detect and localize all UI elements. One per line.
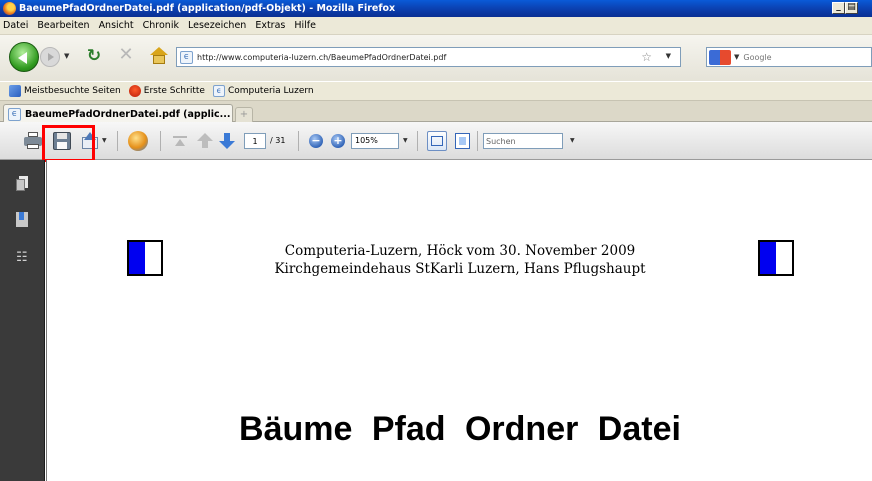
- attachments-panel-icon[interactable]: ☷: [16, 250, 30, 265]
- bookmark-computeria[interactable]: ϵ Computeria Luzern: [212, 85, 314, 97]
- pdf-toolbar: ▼ / 31 − + 105% ▼ ▼: [0, 122, 872, 160]
- bookmark-first-steps[interactable]: Erste Schritte: [128, 85, 205, 97]
- search-bar[interactable]: ▼: [706, 47, 872, 67]
- new-tab-button[interactable]: +: [235, 107, 253, 122]
- menu-hilfe[interactable]: Hilfe: [294, 20, 316, 31]
- window-controls: _ ▤: [832, 2, 858, 14]
- minimize-button[interactable]: _: [832, 2, 845, 14]
- reload-icon[interactable]: ↻: [85, 47, 103, 65]
- stop-icon[interactable]: ✕: [117, 46, 135, 64]
- document-heading: Bäume Pfad Ordner Datei: [239, 410, 681, 448]
- url-dropdown-icon[interactable]: ▼: [666, 52, 671, 60]
- zoom-out-icon[interactable]: −: [309, 134, 323, 148]
- fit-width-icon[interactable]: [427, 131, 447, 151]
- pages-panel-icon[interactable]: [16, 176, 28, 191]
- menu-datei[interactable]: Datei: [3, 20, 28, 31]
- menu-bearbeiten[interactable]: Bearbeiten: [37, 20, 89, 31]
- email-icon[interactable]: [82, 132, 98, 149]
- back-button[interactable]: [9, 42, 39, 72]
- maximize-button[interactable]: ▤: [845, 2, 858, 14]
- page-total: / 31: [270, 136, 286, 145]
- document-header-line1: Computeria-Luzern, Höck vom 30. November…: [284, 243, 636, 259]
- save-icon[interactable]: [53, 132, 71, 150]
- firefox-logo-icon: [3, 2, 16, 15]
- site-favicon: ϵ: [212, 85, 225, 97]
- zoom-level-select[interactable]: 105%: [351, 133, 399, 149]
- first-steps-icon: [128, 85, 141, 97]
- pdf-document-view[interactable]: Computeria-Luzern, Höck vom 30. November…: [46, 160, 872, 481]
- bookmark-label: Computeria Luzern: [227, 86, 314, 96]
- google-engine-icon[interactable]: [709, 49, 731, 65]
- tab-pdf[interactable]: ϵ BaeumePfadOrdnerDatei.pdf (applic...: [3, 104, 233, 123]
- collaborate-icon[interactable]: [128, 131, 148, 151]
- document-logo-right: [758, 240, 794, 276]
- window-title: BaeumePfadOrdnerDatei.pdf (application/p…: [19, 3, 396, 14]
- menu-ansicht[interactable]: Ansicht: [99, 20, 134, 31]
- page-number-input[interactable]: [244, 133, 266, 149]
- bookmark-star-icon[interactable]: ☆: [641, 50, 652, 64]
- zoom-in-icon[interactable]: +: [331, 134, 345, 148]
- bookmark-label: Meistbesuchte Seiten: [24, 86, 121, 96]
- document-header-line2: Kirchgemeindehaus StKarli Luzern, Hans P…: [274, 261, 646, 277]
- menu-extras[interactable]: Extras: [255, 20, 285, 31]
- most-visited-icon: [9, 85, 21, 97]
- find-input[interactable]: [483, 133, 563, 149]
- search-input[interactable]: [743, 52, 854, 62]
- print-icon[interactable]: [24, 132, 42, 149]
- menu-lesezeichen[interactable]: Lesezeichen: [188, 20, 246, 31]
- fit-page-icon[interactable]: [455, 133, 470, 149]
- site-favicon: ϵ: [8, 107, 21, 121]
- search-engine-dropdown-icon[interactable]: ▼: [734, 53, 739, 61]
- bookmark-label: Erste Schritte: [143, 86, 205, 96]
- url-text[interactable]: http://www.computeria-luzern.ch/BaeumePf…: [197, 53, 446, 62]
- url-bar[interactable]: ϵ http://www.computeria-luzern.ch/Baeume…: [176, 47, 681, 67]
- bookmarks-panel-icon[interactable]: [16, 212, 28, 227]
- tab-label: BaeumePfadOrdnerDatei.pdf (applic...: [25, 108, 231, 120]
- pdf-navigation-sidebar: ☷: [0, 160, 45, 481]
- toolbar-separator: [117, 131, 118, 151]
- bookmark-most-visited[interactable]: Meistbesuchte Seiten: [9, 85, 121, 97]
- toolbar-separator: [477, 131, 478, 151]
- email-dropdown-icon[interactable]: ▼: [102, 137, 107, 144]
- next-page-icon[interactable]: [219, 133, 235, 150]
- window-title-bar: BaeumePfadOrdnerDatei.pdf (application/p…: [0, 0, 872, 17]
- previous-page-icon[interactable]: [197, 133, 213, 149]
- forward-button[interactable]: [40, 47, 60, 67]
- history-dropdown-icon[interactable]: ▼: [64, 52, 69, 60]
- menu-bar: Datei Bearbeiten Ansicht Chronik Lesezei…: [0, 17, 872, 35]
- zoom-dropdown-icon[interactable]: ▼: [403, 137, 408, 144]
- find-dropdown-icon[interactable]: ▼: [570, 137, 575, 144]
- site-favicon: ϵ: [180, 50, 193, 64]
- home-icon[interactable]: [150, 47, 168, 65]
- toolbar-separator: [298, 131, 299, 151]
- tab-strip: ϵ BaeumePfadOrdnerDatei.pdf (applic... +: [0, 101, 872, 123]
- bookmarks-bar: Meistbesuchte Seiten Erste Schritte ϵ Co…: [0, 81, 872, 101]
- document-header: Computeria-Luzern, Höck vom 30. November…: [47, 242, 872, 278]
- first-page-icon[interactable]: [173, 136, 187, 147]
- toolbar-separator: [417, 131, 418, 151]
- toolbar-separator: [160, 131, 161, 151]
- navigation-toolbar: ▼ ↻ ✕ ϵ http://www.computeria-luzern.ch/…: [0, 35, 872, 81]
- menu-chronik[interactable]: Chronik: [143, 20, 179, 31]
